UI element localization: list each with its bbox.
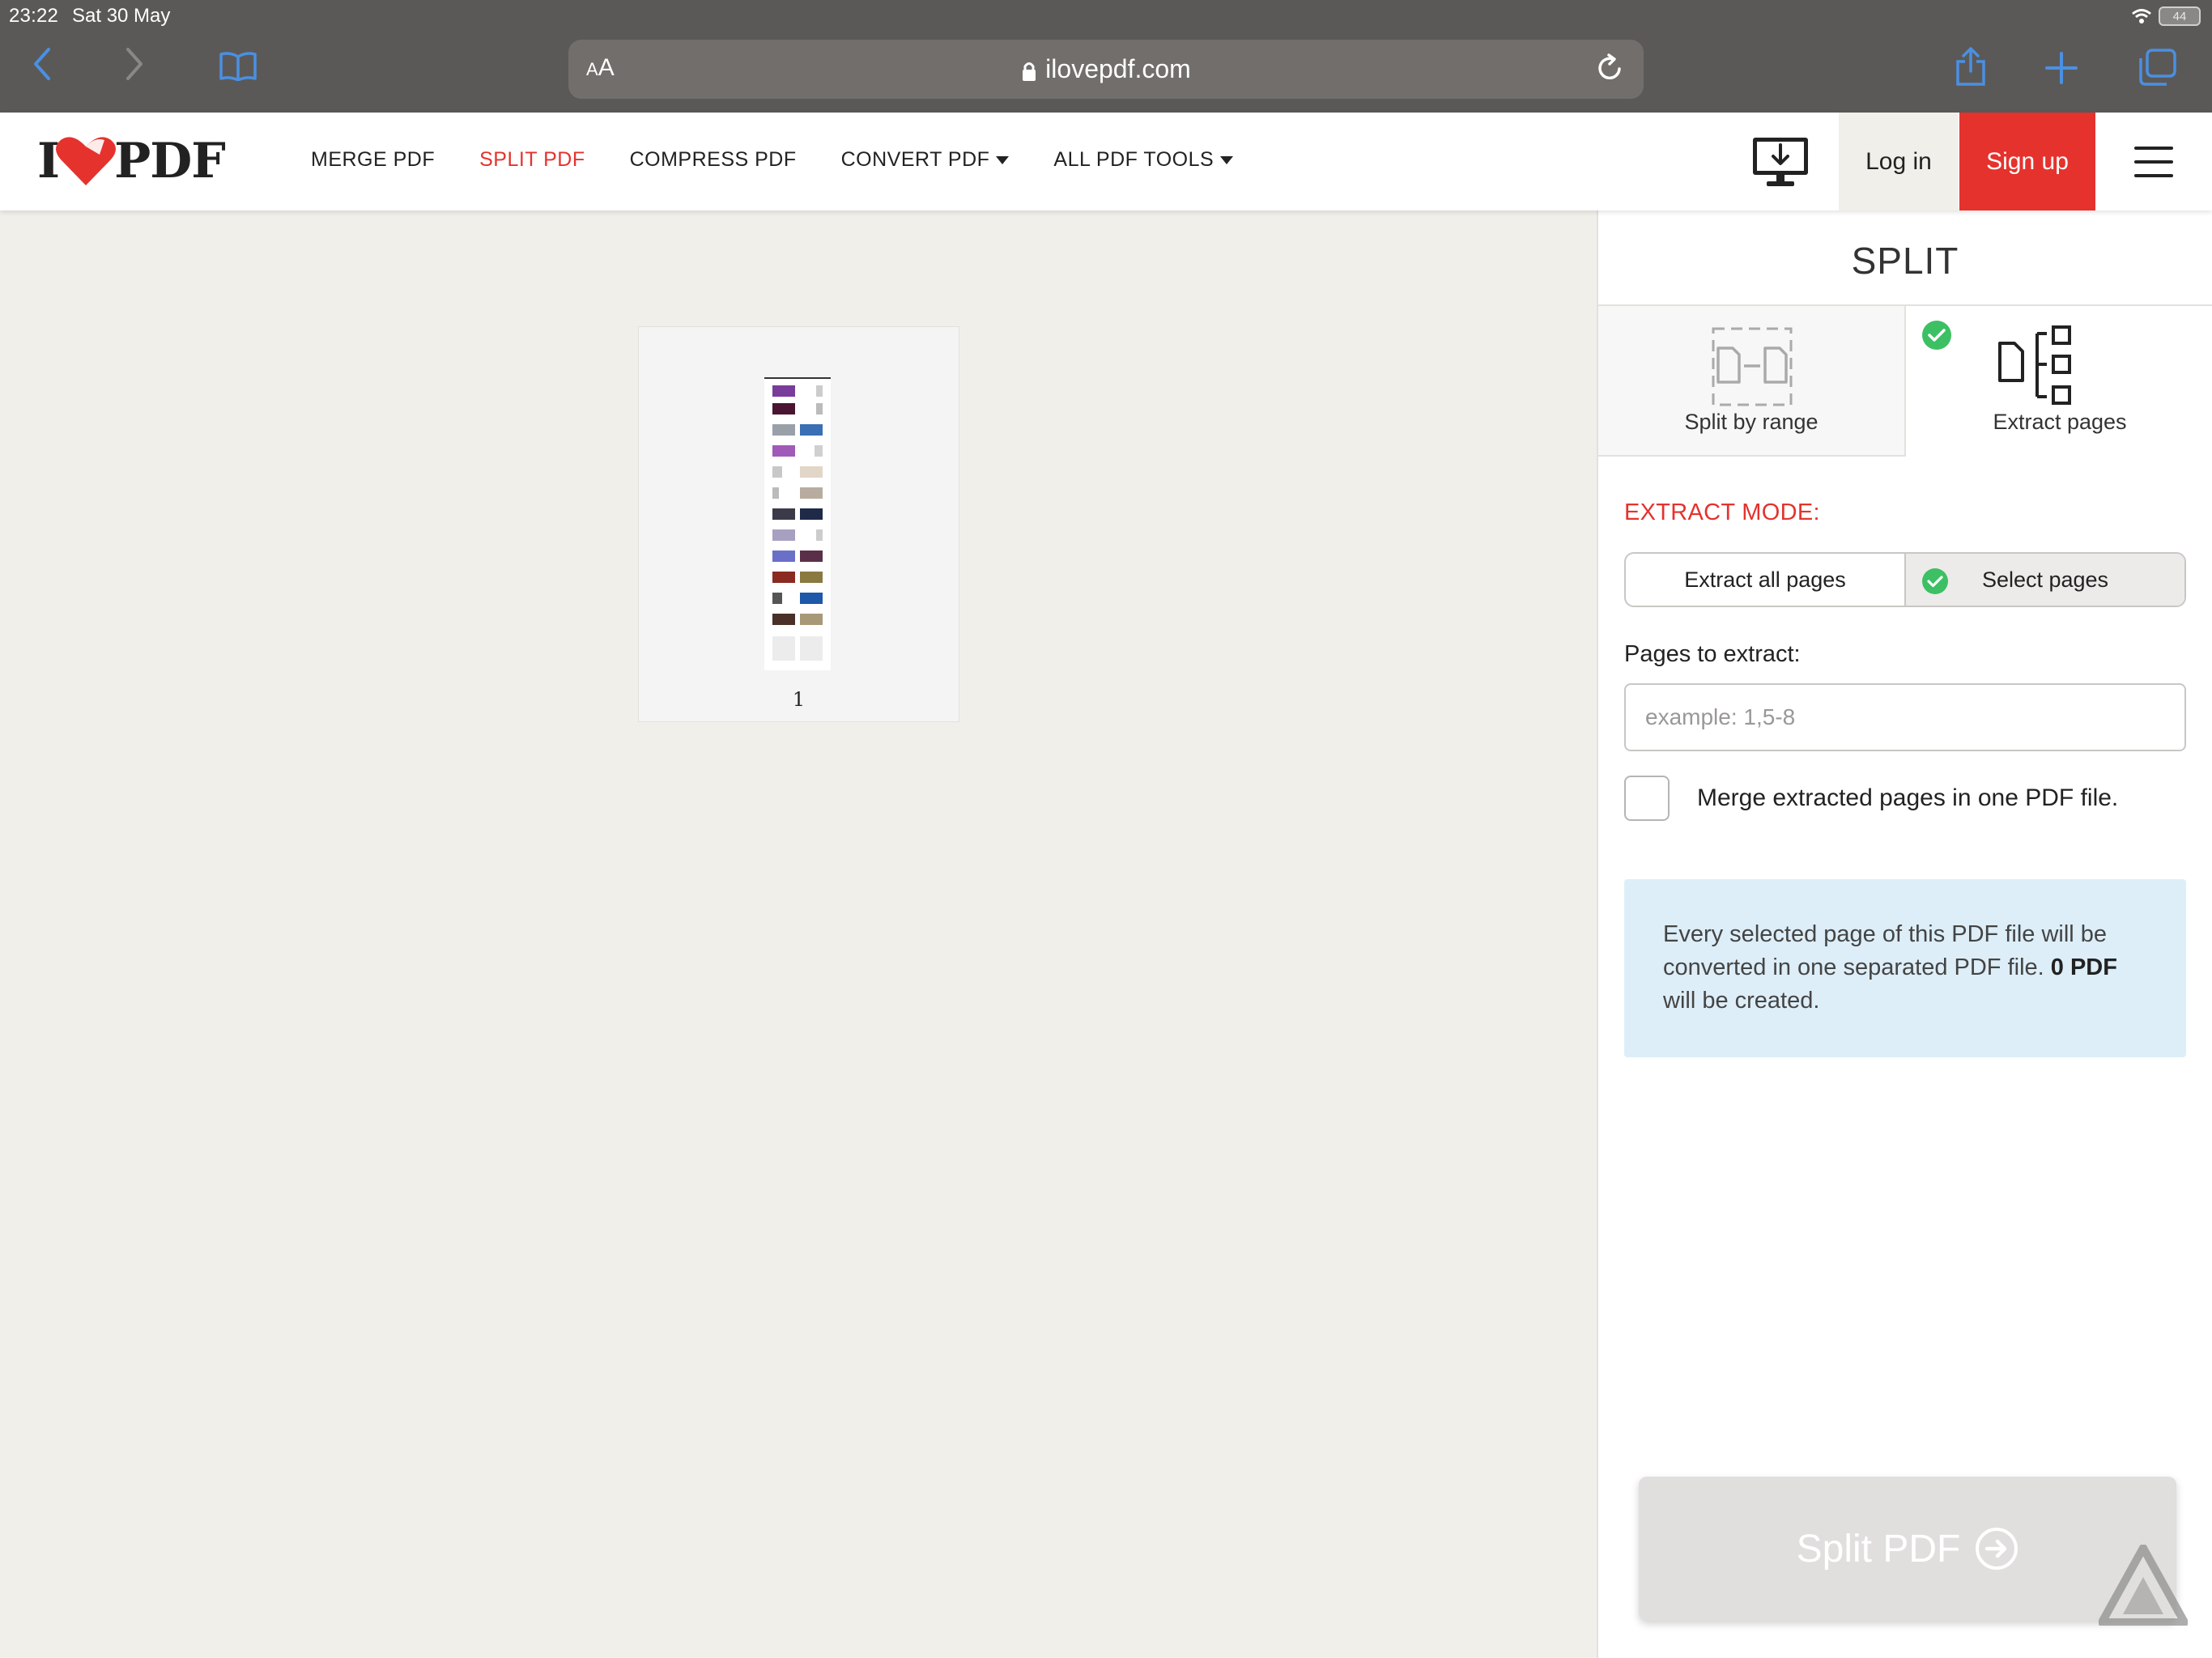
info-text: Every selected page of this PDF file wil… bbox=[1663, 921, 2108, 980]
split-range-icon bbox=[1712, 327, 1793, 406]
menu-icon[interactable] bbox=[2134, 147, 2173, 177]
split-pdf-button-label: Split PDF bbox=[1796, 1527, 1961, 1571]
chevron-left-icon bbox=[34, 48, 50, 80]
check-circle-icon bbox=[1922, 568, 1948, 594]
site-header: I PDF MERGE PDF SPLIT PDF COMPRESS PDF C… bbox=[0, 113, 2212, 210]
signup-button[interactable]: Sign up bbox=[1959, 113, 2095, 210]
caret-down-icon bbox=[996, 155, 1010, 164]
check-circle-icon bbox=[1922, 321, 1951, 350]
login-button[interactable]: Log in bbox=[1839, 113, 1959, 210]
watermark-logo-icon bbox=[2099, 1545, 2188, 1626]
nav-all-pdf-tools[interactable]: ALL PDF TOOLS bbox=[1053, 148, 1234, 172]
browser-chrome: 23:22 Sat 30 May 44 AA ilovepdf.com bbox=[0, 0, 2212, 113]
share-icon bbox=[1956, 47, 1985, 86]
info-tail: will be created. bbox=[1663, 988, 1820, 1014]
split-mode-tabs: Split by range Extract pages bbox=[1598, 304, 2212, 457]
nav-convert-label: CONVERT PDF bbox=[840, 148, 990, 171]
split-options-panel: SPLIT Split by range Extract pages EXTRA… bbox=[1597, 210, 2212, 1658]
split-pdf-button[interactable]: Split PDF bbox=[1639, 1477, 2176, 1621]
extract-mode-toggle: Extract all pages Select pages bbox=[1624, 552, 2186, 607]
tab-extract-pages-label: Extract pages bbox=[1993, 410, 2127, 434]
info-count: 0 PDF bbox=[2050, 954, 2117, 980]
book-icon bbox=[219, 52, 257, 81]
select-pages-option[interactable]: Select pages bbox=[1904, 554, 2184, 606]
reload-icon[interactable] bbox=[1595, 53, 1624, 83]
pdf-file-card[interactable]: 1 bbox=[638, 326, 959, 722]
heart-icon bbox=[56, 137, 117, 185]
merge-pages-option[interactable]: Merge extracted pages in one PDF file. bbox=[1624, 776, 2118, 821]
merge-pages-checkbox[interactable] bbox=[1624, 776, 1670, 821]
tab-extract-pages[interactable]: Extract pages bbox=[1906, 306, 2212, 457]
merge-pages-label: Merge extracted pages in one PDF file. bbox=[1697, 784, 2119, 811]
select-pages-label: Select pages bbox=[1981, 567, 2109, 592]
pdf-page-thumbnail bbox=[764, 377, 831, 670]
ilovepdf-logo[interactable]: I PDF bbox=[37, 133, 226, 189]
bookmarks-button[interactable] bbox=[219, 52, 257, 81]
tab-split-by-range[interactable]: Split by range bbox=[1598, 306, 1906, 457]
pages-to-extract-label: Pages to extract: bbox=[1624, 641, 1801, 667]
extract-all-pages-option[interactable]: Extract all pages bbox=[1626, 554, 1904, 606]
tabs-button[interactable] bbox=[2138, 49, 2176, 86]
url-text: ilovepdf.com bbox=[1045, 54, 1191, 83]
status-indicators: 44 bbox=[2131, 6, 2201, 26]
main-nav: MERGE PDF SPLIT PDF COMPRESS PDF CONVERT… bbox=[311, 148, 1278, 172]
logo-text-right: PDF bbox=[114, 133, 226, 189]
pages-to-extract-input[interactable] bbox=[1624, 683, 2186, 751]
page-number: 1 bbox=[792, 688, 806, 711]
info-message: Every selected page of this PDF file wil… bbox=[1624, 879, 2186, 1057]
back-button[interactable] bbox=[32, 47, 52, 81]
desktop-download-icon[interactable] bbox=[1750, 135, 1810, 189]
address-bar[interactable]: AA ilovepdf.com bbox=[568, 40, 1644, 99]
lock-icon bbox=[1023, 62, 1036, 81]
nav-all-tools-label: ALL PDF TOOLS bbox=[1053, 148, 1214, 171]
plus-icon bbox=[2045, 52, 2078, 84]
nav-merge-pdf[interactable]: MERGE PDF bbox=[311, 148, 435, 172]
wifi-icon bbox=[2132, 9, 2151, 23]
share-button[interactable] bbox=[1955, 47, 1987, 87]
status-time: 23:22 bbox=[9, 5, 59, 27]
caret-down-icon bbox=[1220, 155, 1234, 164]
chevron-right-icon bbox=[126, 48, 143, 80]
url-display: ilovepdf.com bbox=[568, 54, 1644, 84]
tab-split-by-range-label: Split by range bbox=[1684, 410, 1819, 434]
nav-split-pdf[interactable]: SPLIT PDF bbox=[479, 148, 585, 172]
forward-button[interactable] bbox=[125, 47, 144, 81]
arrow-right-circle-icon bbox=[1976, 1528, 2018, 1570]
extract-pages-icon bbox=[1998, 325, 2071, 405]
tabs-icon bbox=[2139, 49, 2176, 86]
new-tab-button[interactable] bbox=[2045, 52, 2078, 84]
status-date: Sat 30 May bbox=[72, 5, 171, 27]
nav-convert-pdf[interactable]: CONVERT PDF bbox=[841, 148, 1010, 172]
file-workspace: 1 bbox=[0, 210, 1597, 1658]
nav-compress-pdf[interactable]: COMPRESS PDF bbox=[630, 148, 797, 172]
extract-mode-label: EXTRACT MODE: bbox=[1624, 500, 1820, 525]
battery-icon: 44 bbox=[2159, 6, 2201, 26]
panel-title: SPLIT bbox=[1851, 240, 1959, 282]
